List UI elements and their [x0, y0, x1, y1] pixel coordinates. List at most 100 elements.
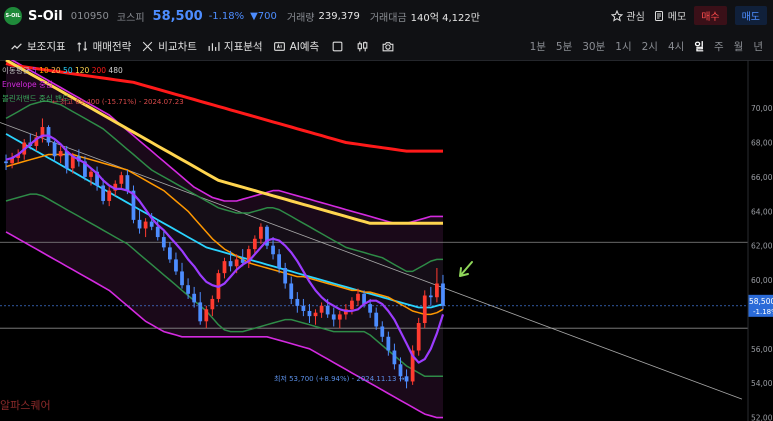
period-9[interactable]: 년: [753, 39, 763, 54]
sell-button[interactable]: 매도: [734, 6, 767, 25]
watch-button[interactable]: 관심: [611, 8, 645, 23]
analysis-button[interactable]: 지표분석: [207, 39, 263, 54]
candle-body[interactable]: [283, 268, 288, 284]
y-tick-label: 66,000: [751, 173, 773, 182]
candle-body[interactable]: [234, 259, 239, 267]
period-2[interactable]: 30분: [582, 39, 605, 54]
y-tick-label: 56,000: [751, 345, 773, 354]
price-tag-percent: -1.18%: [753, 308, 773, 316]
candle-body[interactable]: [180, 271, 184, 286]
candle-body[interactable]: [422, 295, 427, 324]
candle-body[interactable]: [192, 293, 197, 303]
candle-body[interactable]: [4, 161, 8, 164]
candle-body[interactable]: [259, 226, 263, 239]
candle-body[interactable]: [125, 175, 130, 191]
market-name: 코스피: [116, 12, 145, 24]
period-3[interactable]: 1시: [615, 39, 631, 54]
candle-body[interactable]: [240, 259, 245, 263]
strategy-button[interactable]: 매매전략: [76, 39, 131, 54]
ai-icon: [273, 41, 285, 51]
candle-body[interactable]: [186, 285, 190, 294]
memo-icon: [654, 10, 663, 21]
candle-body[interactable]: [416, 323, 421, 351]
screenshot-button[interactable]: [381, 40, 395, 53]
memo-button[interactable]: 메모: [653, 8, 686, 23]
candle-body[interactable]: [295, 298, 300, 306]
change-percent: -1.18%: [208, 10, 245, 22]
y-tick-label: 52,000: [751, 414, 773, 421]
candle-body[interactable]: [58, 151, 63, 157]
candle-body[interactable]: [52, 142, 57, 157]
candle-body[interactable]: [137, 219, 142, 229]
indicator-icon: [11, 42, 22, 50]
period-selector: 1분 5분 30분 1시 2시 4시 일 주 월 년: [530, 39, 763, 54]
candle-body[interactable]: [356, 293, 360, 301]
candle-body[interactable]: [174, 259, 178, 272]
period-7[interactable]: 주: [714, 39, 724, 54]
candle-body[interactable]: [155, 226, 160, 238]
candle-body[interactable]: [301, 305, 306, 311]
camera-icon: [382, 41, 394, 51]
period-5[interactable]: 4시: [668, 39, 684, 54]
y-tick-label: 54,000: [751, 379, 773, 388]
candle-body[interactable]: [101, 185, 106, 201]
y-tick-label: 62,000: [751, 242, 773, 251]
candle-body[interactable]: [350, 300, 354, 310]
period-6[interactable]: 일: [694, 39, 704, 54]
candlestick-icon: [357, 41, 368, 51]
volume-value: 239,379: [318, 10, 360, 22]
candle-body[interactable]: [380, 326, 385, 337]
layout-button[interactable]: [331, 40, 344, 53]
period-1[interactable]: 5분: [556, 39, 572, 54]
candle-body[interactable]: [119, 175, 124, 184]
candle-body[interactable]: [386, 336, 391, 351]
buy-button[interactable]: 매수: [694, 6, 727, 25]
period-0[interactable]: 1분: [530, 39, 546, 54]
candle-body[interactable]: [289, 283, 294, 299]
stock-name[interactable]: S-Oil: [28, 9, 63, 24]
candle-body[interactable]: [252, 238, 257, 250]
candle-body[interactable]: [210, 298, 215, 310]
candle-body[interactable]: [435, 283, 439, 298]
candle-body[interactable]: [307, 310, 312, 317]
chart-toolbar: 보조지표 매매전략 비교차트 지표분석 AI예측 1분 5분 30분 1시 2시 4시 일 주…: [0, 32, 773, 61]
candle-body[interactable]: [228, 261, 233, 267]
candle-body[interactable]: [313, 312, 318, 317]
candle-body[interactable]: [392, 350, 397, 365]
candle-body[interactable]: [168, 247, 172, 260]
compare-icon: [143, 41, 153, 51]
compare-button[interactable]: 비교차트: [141, 39, 197, 54]
candle-body[interactable]: [337, 314, 342, 320]
candle-body[interactable]: [149, 221, 154, 227]
price-tag-value: 58,500: [749, 297, 773, 306]
stock-code: 010950: [70, 10, 109, 22]
candle-body[interactable]: [325, 305, 330, 315]
candle-body[interactable]: [204, 309, 209, 322]
candle-body[interactable]: [368, 304, 373, 313]
candle-body[interactable]: [64, 151, 69, 169]
candle-body[interactable]: [271, 245, 275, 255]
amount-value: 140억 4,122만: [410, 12, 480, 24]
candle-type-button[interactable]: [356, 40, 369, 53]
candle-body[interactable]: [143, 221, 148, 229]
ai-predict-button[interactable]: AI예측: [273, 39, 319, 54]
candle-body[interactable]: [161, 237, 166, 248]
indicator-button[interactable]: 보조지표: [10, 39, 66, 54]
candle-body[interactable]: [404, 376, 409, 382]
y-tick-label: 70,000: [751, 104, 773, 113]
candle-body[interactable]: [374, 312, 379, 327]
candle-body[interactable]: [319, 305, 324, 313]
candle-body[interactable]: [198, 302, 203, 322]
candle-body[interactable]: [89, 171, 93, 177]
price-chart[interactable]: 70,000 68,000 66,000 64,000 62,000 60,000 56,0…: [0, 60, 773, 421]
candle-body[interactable]: [428, 295, 433, 298]
candle-body[interactable]: [222, 261, 227, 274]
chart-legend: 이동평균 5 10 20 50 120 200 480 Envelope 중심 …: [2, 64, 123, 106]
candle-body[interactable]: [331, 314, 336, 320]
company-logo: S-OIL: [4, 7, 22, 25]
period-8[interactable]: 월: [734, 39, 744, 54]
candle-body[interactable]: [277, 254, 281, 269]
candle-body[interactable]: [441, 283, 445, 306]
period-4[interactable]: 2시: [642, 39, 658, 54]
candle-body[interactable]: [107, 190, 112, 201]
